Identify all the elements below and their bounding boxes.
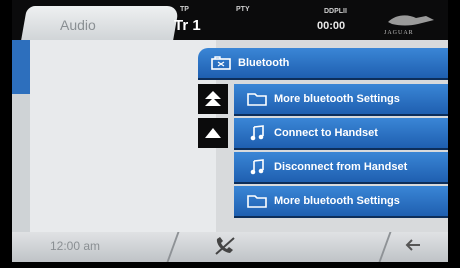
bluetooth-header[interactable]: Bluetooth bbox=[198, 48, 448, 80]
audio-tab-label: Audio bbox=[60, 17, 96, 33]
audio-tab[interactable] bbox=[20, 6, 180, 42]
left-scroll-strip bbox=[12, 40, 30, 232]
list-item-label: Disconnect from Handset bbox=[274, 161, 408, 173]
list-item-label: More bluetooth Settings bbox=[274, 93, 400, 105]
status-time: 00:00 bbox=[317, 20, 346, 32]
music-note-icon bbox=[240, 125, 274, 141]
bluetooth-header-label: Bluetooth bbox=[238, 57, 290, 69]
bluetooth-menu-icon bbox=[204, 56, 238, 70]
clock: 12:00 am bbox=[50, 239, 101, 253]
up-arrow-icon bbox=[205, 128, 221, 138]
phone-icon[interactable] bbox=[214, 236, 236, 256]
list-item[interactable]: Connect to Handset bbox=[234, 118, 448, 150]
list-item[interactable]: Disconnect from Handset bbox=[234, 152, 448, 184]
infotainment-screen: Audio TP PTY Tr 1 DDPLII 00:00 JAGUAR Bl… bbox=[12, 0, 448, 262]
folder-icon bbox=[240, 194, 274, 208]
music-note-icon bbox=[240, 159, 274, 175]
audio-mode-indicator: DDPLII bbox=[324, 8, 347, 15]
list-item[interactable]: More bluetooth Settings bbox=[234, 186, 448, 218]
pty-indicator: PTY bbox=[236, 6, 250, 13]
brand-wordmark: JAGUAR bbox=[384, 30, 414, 36]
track-number: Tr 1 bbox=[174, 17, 201, 34]
list-item-label: Connect to Handset bbox=[274, 127, 378, 139]
page-up-button[interactable] bbox=[198, 84, 228, 114]
scroll-up-button[interactable] bbox=[198, 118, 228, 148]
back-arrow-icon[interactable] bbox=[404, 236, 422, 254]
content-area bbox=[30, 40, 216, 232]
list-item-label: More bluetooth Settings bbox=[274, 195, 400, 207]
list-item[interactable]: More bluetooth Settings bbox=[234, 84, 448, 116]
folder-icon bbox=[240, 92, 274, 106]
double-up-arrow-icon bbox=[205, 91, 221, 106]
tp-indicator: TP bbox=[180, 6, 189, 13]
